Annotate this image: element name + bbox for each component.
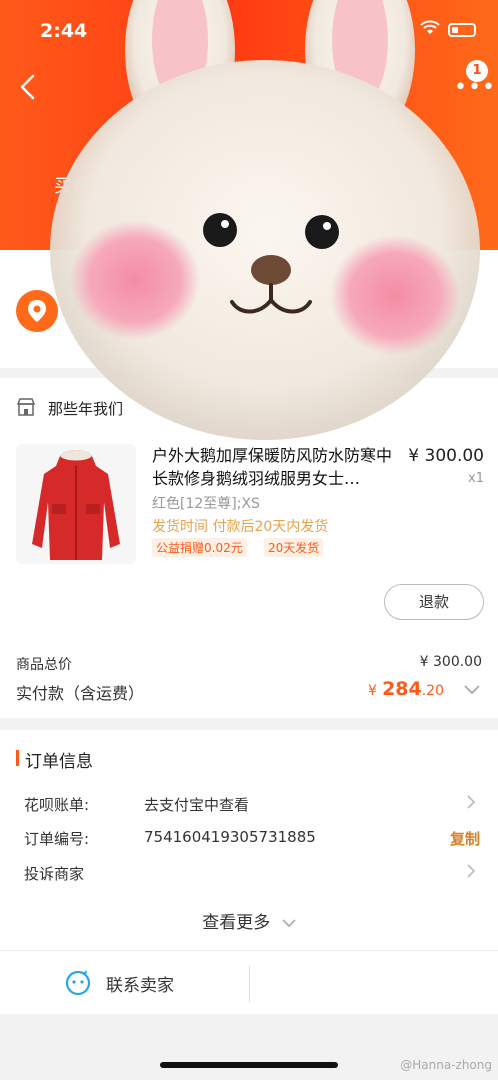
product-sku: 红色[12至尊];XS <box>152 496 260 512</box>
chevron-down-icon <box>282 919 296 928</box>
location-pin-icon <box>16 290 58 332</box>
complain-seller-label[interactable]: 投诉商家 <box>24 863 84 884</box>
shipping-time: 发货时间 付款后20天内发货 <box>152 519 329 535</box>
see-more-button[interactable]: 查看更多 <box>0 908 498 933</box>
subtotal-value: ¥ 300.00 <box>419 654 482 670</box>
contact-seller-label: 联系卖家 <box>106 975 174 996</box>
order-header: 2:44 ••• 1 买家 <box>0 0 498 250</box>
home-indicator[interactable] <box>160 1062 338 1068</box>
shop-name[interactable]: 那些年我们 <box>48 398 123 419</box>
order-info-card: 订单信息 花呗账单: 去支付宝中查看 订单编号: 754160419305731… <box>0 730 498 1014</box>
paid-integer: 284 <box>382 678 422 700</box>
shop-icon <box>16 398 36 416</box>
paid-currency: ¥ <box>368 683 377 699</box>
charity-tag: 公益捐赠0.02元 <box>152 538 247 557</box>
product-image[interactable] <box>16 444 136 564</box>
order-info-title: 订单信息 <box>25 752 93 772</box>
wifi-icon <box>420 20 440 34</box>
product-quantity: x1 <box>468 471 484 486</box>
refund-button[interactable]: 退款 <box>384 584 484 620</box>
order-number-label: 订单编号: <box>24 830 90 848</box>
battery-icon <box>448 23 476 37</box>
chat-bubble-icon <box>65 970 91 996</box>
huabei-bill-label: 花呗账单: <box>24 796 90 814</box>
chevron-right-icon[interactable] <box>466 863 476 879</box>
paid-amount-value: ¥ 284.20 <box>368 678 444 700</box>
shipping-days-tag: 20天发货 <box>264 538 324 557</box>
order-card: 那些年我们 户外大鹅加厚保暖防风防水防寒中长款修身鹅绒羽绒服男女士… ¥ 300… <box>0 378 498 718</box>
order-number-value: 754160419305731885 <box>144 828 316 846</box>
button-separator <box>249 966 250 1002</box>
product-title[interactable]: 户外大鹅加厚保暖防风防水防寒中长款修身鹅绒羽绒服男女士… <box>152 444 402 490</box>
paid-amount-label: 实付款（含运费） <box>16 684 145 703</box>
back-icon[interactable] <box>14 72 44 102</box>
see-more-label: 查看更多 <box>202 913 271 933</box>
contact-seller-button[interactable]: 联系卖家 <box>64 966 174 1000</box>
status-time: 2:44 <box>40 20 88 42</box>
page-title: 买家 <box>54 176 90 197</box>
paid-decimal: .20 <box>421 683 444 699</box>
huabei-bill-value[interactable]: 去支付宝中查看 <box>144 794 249 815</box>
chevron-right-icon[interactable] <box>466 794 476 810</box>
product-price: ¥ 300.00 <box>408 446 484 466</box>
section-marker <box>16 750 19 766</box>
notification-badge: 1 <box>466 60 488 82</box>
divider <box>0 950 498 951</box>
subtotal-label: 商品总价 <box>16 657 72 673</box>
copy-button[interactable]: 复制 <box>450 828 480 849</box>
chevron-down-icon[interactable] <box>464 684 480 696</box>
address-card[interactable] <box>0 250 498 368</box>
watermark: @Hanna-zhong <box>400 1058 492 1072</box>
